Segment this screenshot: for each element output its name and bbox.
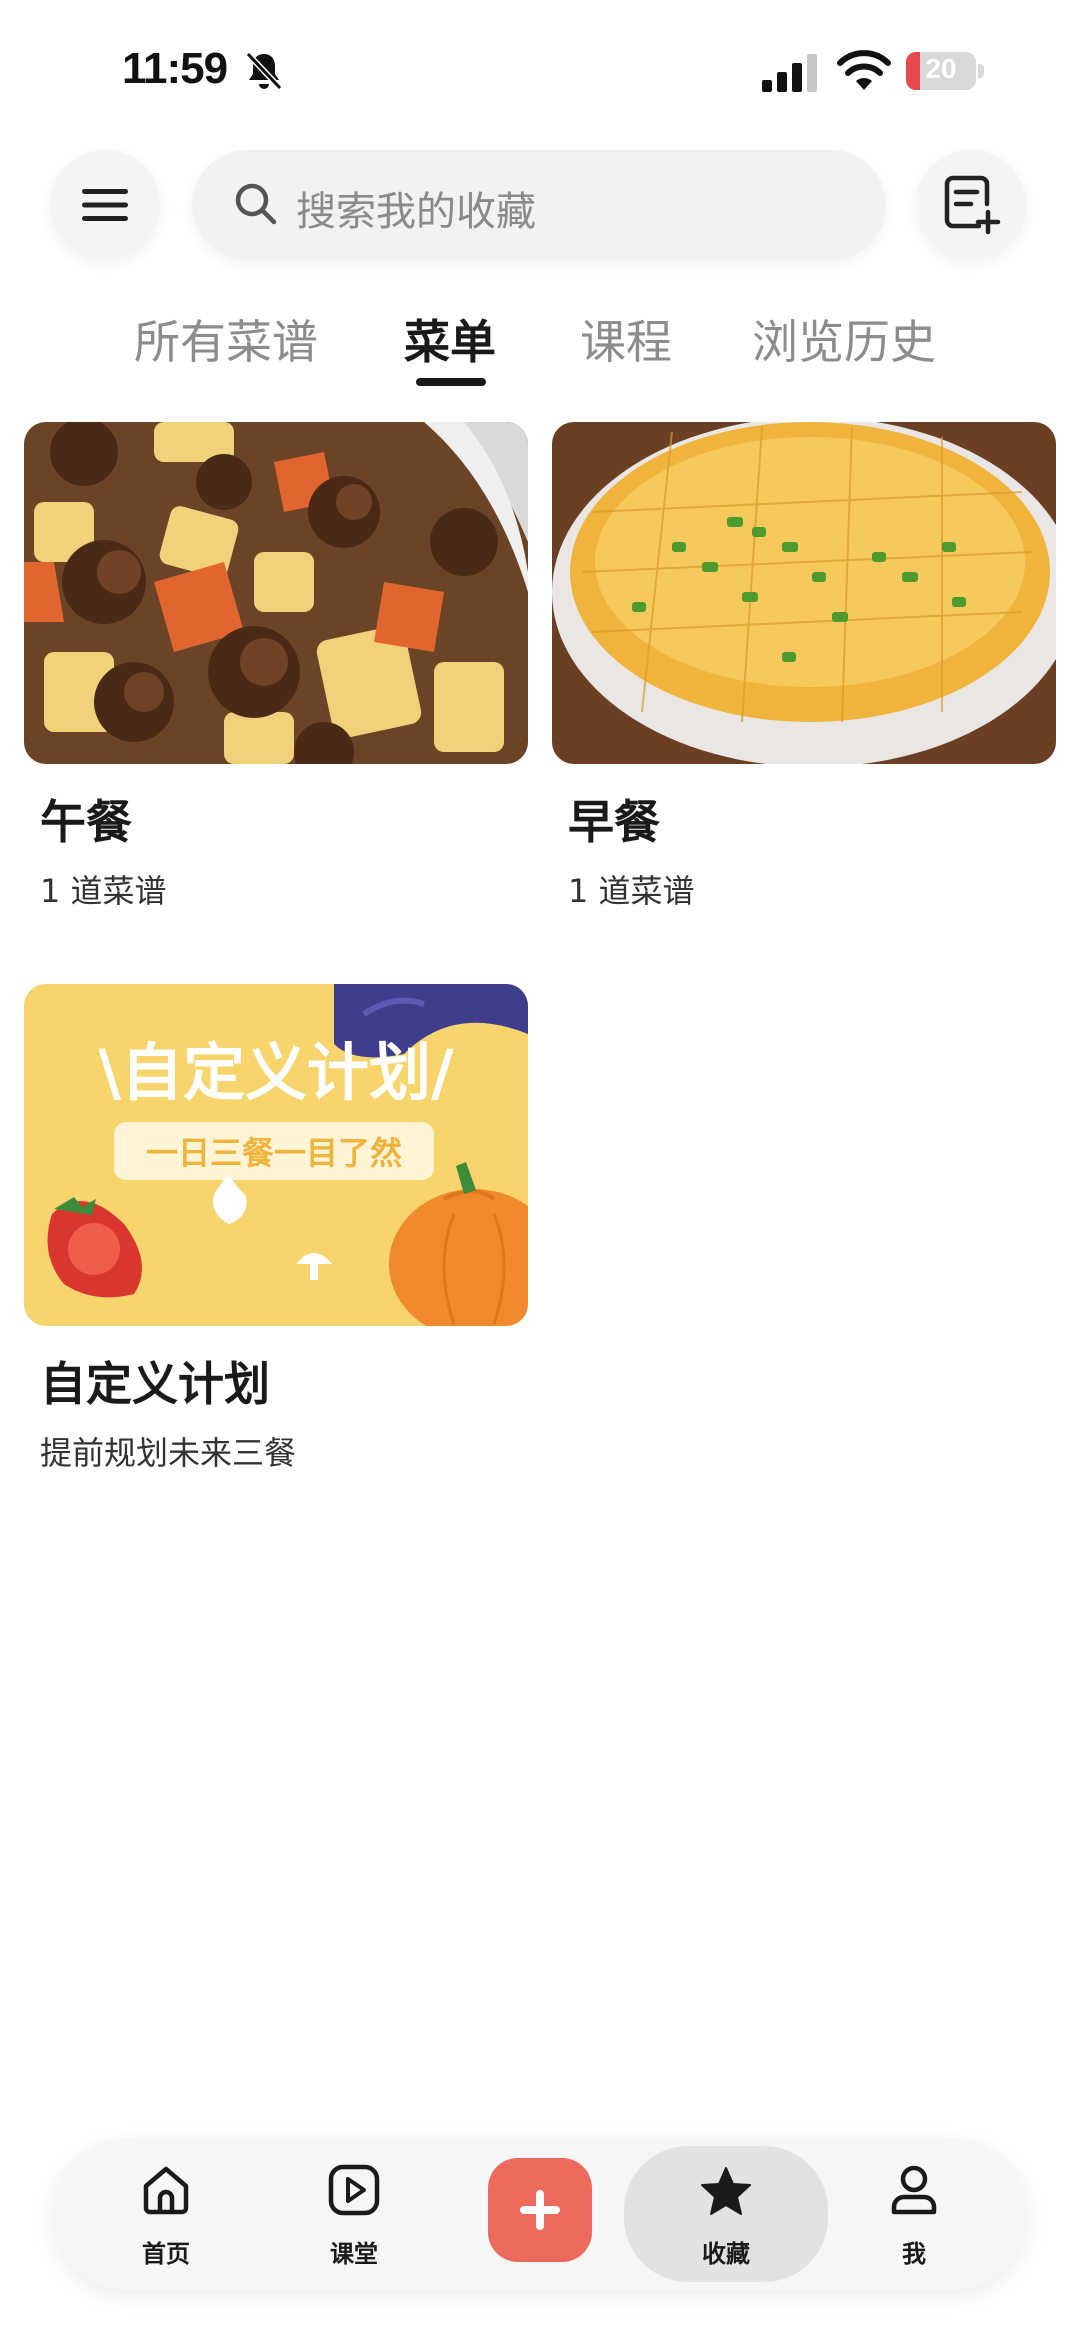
card-recipe-count: 1 道菜谱 — [40, 872, 167, 910]
nav-label: 收藏 — [702, 2240, 750, 2268]
search-icon — [235, 183, 277, 225]
bell-off-icon — [245, 51, 283, 91]
steamed-egg-custard-photo — [552, 422, 1056, 764]
active-tab-indicator — [416, 378, 486, 386]
card-title: 午餐 — [40, 795, 132, 849]
nav-home[interactable]: 首页 — [96, 2138, 236, 2290]
hamburger-menu-icon — [82, 189, 128, 221]
new-list-button[interactable] — [916, 150, 1026, 260]
nav-classroom[interactable]: 课堂 — [284, 2138, 424, 2290]
play-icon — [328, 2164, 380, 2216]
star-icon — [701, 2167, 751, 2215]
tab-bar: 所有菜谱 菜单 课程 浏览历史 — [0, 306, 1080, 396]
nav-label: 首页 — [142, 2240, 190, 2268]
banner-tagline: 一日三餐一目了然 — [146, 1134, 402, 1172]
card-title: 早餐 — [568, 795, 660, 849]
add-button[interactable] — [488, 2158, 592, 2262]
card-title: 自定义计划 — [40, 1357, 270, 1411]
nav-label: 课堂 — [330, 2240, 378, 2268]
search-placeholder: 搜索我的收藏 — [296, 189, 536, 235]
nav-favorites[interactable]: 收藏 — [624, 2146, 828, 2282]
home-icon — [143, 2166, 189, 2215]
plus-icon — [520, 2190, 560, 2230]
cellular-signal-icon — [762, 54, 817, 92]
card-subtitle: 提前规划未来三餐 — [40, 1434, 297, 1472]
nav-label: 我 — [902, 2240, 926, 2268]
status-bar: 11:59 20 — [0, 0, 1080, 140]
search-bar[interactable]: 搜索我的收藏 — [192, 150, 886, 260]
custom-plan-card[interactable]: \自定义计划/ 一日三餐一目了然 自定义计划 提前规划未来三餐 — [24, 984, 528, 1474]
note-add-icon — [944, 175, 1001, 235]
battery-tip — [978, 64, 984, 78]
beef-potato-stew-photo — [24, 422, 528, 764]
status-time: 11:59 — [122, 44, 228, 93]
wifi-icon — [837, 50, 891, 90]
tab-courses[interactable]: 课程 — [580, 306, 672, 372]
battery-level: 20 — [925, 53, 957, 84]
tab-history[interactable]: 浏览历史 — [752, 306, 936, 372]
favorites-screen: 11:59 20 搜索我的收藏 所有菜谱 菜单 课程 浏览历史 午餐 1 道菜谱… — [0, 0, 1080, 2341]
tab-menus[interactable]: 菜单 — [404, 306, 496, 372]
card-recipe-count: 1 道菜谱 — [568, 872, 695, 910]
menu-card-lunch[interactable]: 午餐 1 道菜谱 — [24, 422, 528, 912]
custom-plan-banner: \自定义计划/ 一日三餐一目了然 — [24, 984, 528, 1326]
person-icon — [891, 2165, 937, 2215]
tab-all-recipes[interactable]: 所有菜谱 — [134, 306, 318, 372]
menu-button[interactable] — [50, 150, 160, 260]
menu-card-breakfast[interactable]: 早餐 1 道菜谱 — [552, 422, 1056, 912]
battery-indicator: 20 — [906, 52, 976, 90]
banner-title: \自定义计划/ — [98, 1036, 454, 1109]
bottom-navigation: 首页 课堂 收藏 我 — [52, 2138, 1028, 2290]
nav-me[interactable]: 我 — [844, 2138, 984, 2290]
